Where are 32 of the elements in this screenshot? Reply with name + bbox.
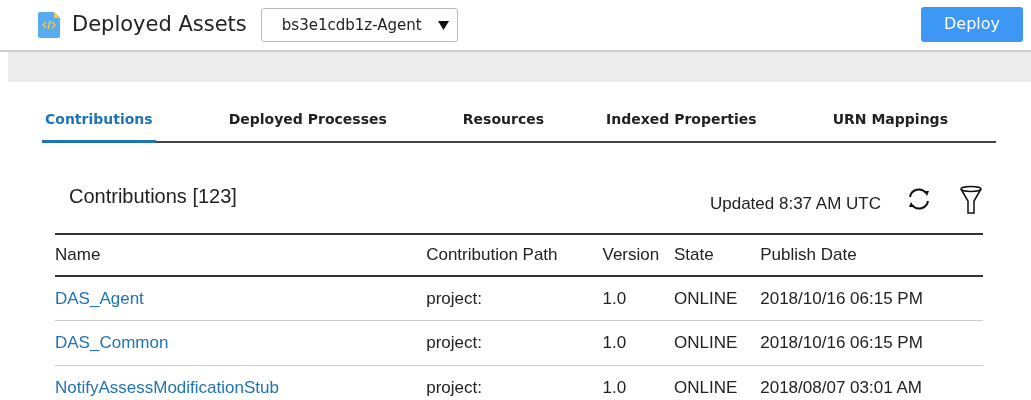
- tab[interactable]: Resources: [459, 100, 548, 143]
- column-header: Version: [602, 234, 674, 276]
- table-cell: ONLINE: [673, 288, 738, 308]
- table-cell: 1.0: [602, 378, 627, 398]
- table-cell: ONLINE: [673, 333, 738, 353]
- tab[interactable]: Indexed Properties: [603, 100, 760, 143]
- table-cell: 2018/08/07 03:01 AM: [760, 378, 922, 398]
- name-link[interactable]: DAS_Agent: [55, 288, 144, 308]
- column-header: Contribution Path: [426, 234, 603, 276]
- tab[interactable]: Contributions: [42, 100, 156, 143]
- table-cell: project:: [426, 378, 482, 398]
- tab[interactable]: Deployed Processes: [225, 100, 390, 143]
- column-header: State: [673, 234, 761, 276]
- updated-time: Updated 8:37 AM UTC: [709, 193, 881, 215]
- name-link[interactable]: NotifyAssessModificationStub: [55, 378, 279, 398]
- column-header: Publish Date: [760, 234, 983, 276]
- table-cell: project:: [426, 288, 482, 308]
- table-cell: 1.0: [602, 333, 627, 353]
- table-cell: project:: [426, 333, 482, 353]
- column-header: Name: [55, 234, 427, 276]
- filter-icon[interactable]: [959, 185, 983, 215]
- table-cell: 2018/10/16 06:15 PM: [760, 333, 923, 353]
- table-cell: 1.0: [602, 288, 627, 308]
- page-title: Deployed Assets: [72, 11, 247, 39]
- table-cell: ONLINE: [673, 378, 738, 398]
- name-link[interactable]: DAS_Common: [55, 333, 169, 353]
- code-file-icon: [38, 12, 60, 38]
- tab[interactable]: URN Mappings: [829, 100, 951, 143]
- section-title: Contributions [123]: [69, 184, 237, 209]
- caret-icon: [437, 20, 449, 30]
- table-cell: 2018/10/16 06:15 PM: [760, 288, 923, 308]
- agent-dropdown[interactable]: bs3e1cdb1z-Agent: [260, 8, 458, 42]
